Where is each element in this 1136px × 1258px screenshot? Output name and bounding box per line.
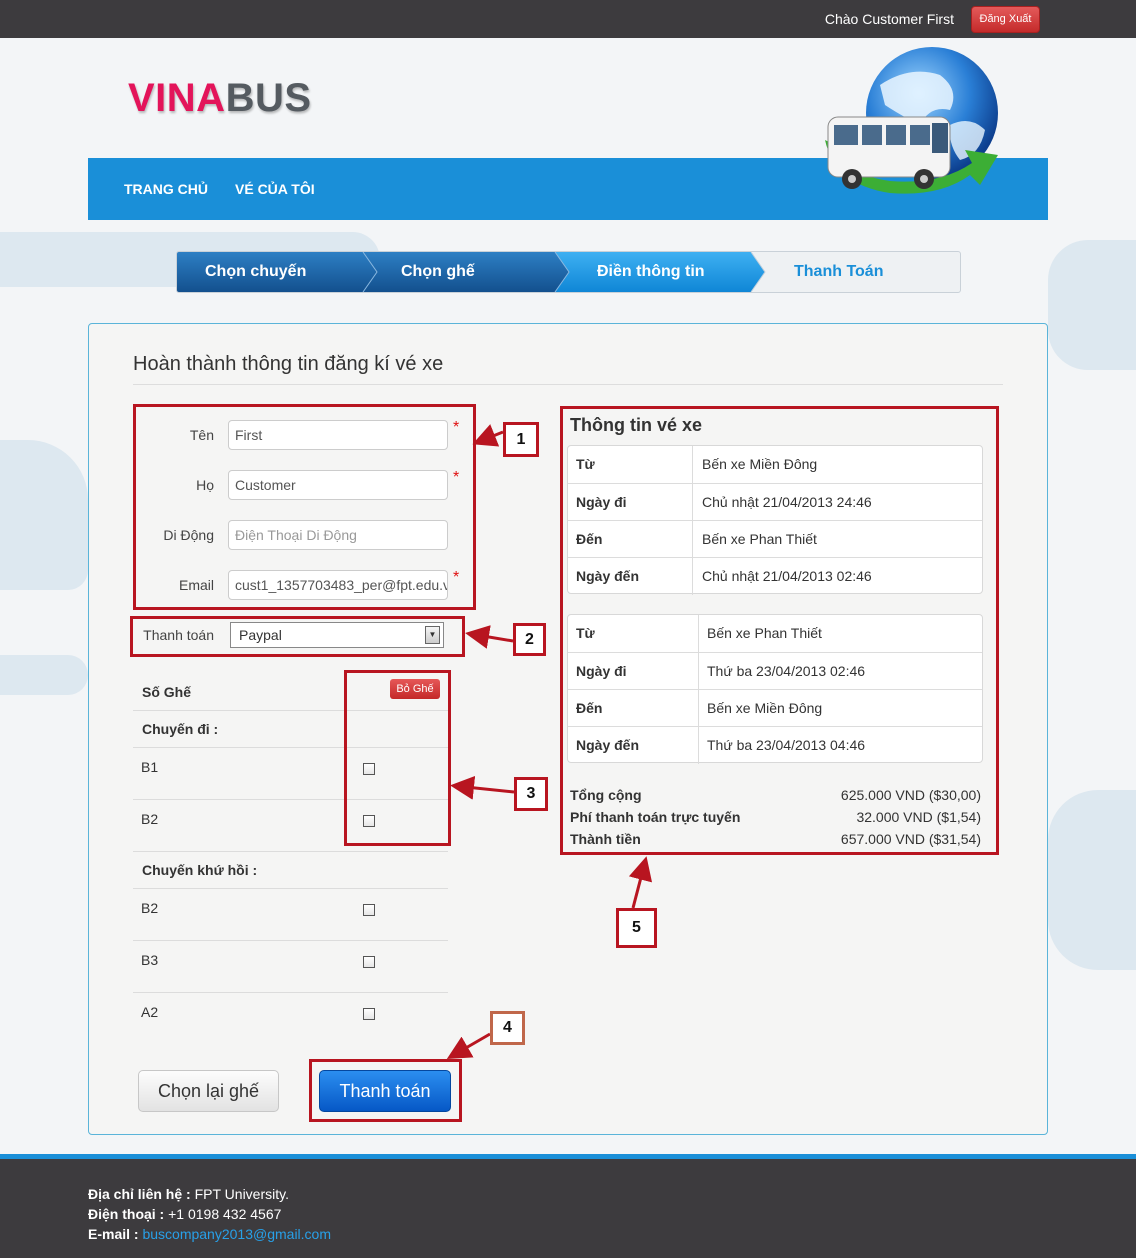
title-divider (133, 384, 1003, 385)
row-divider (133, 888, 448, 889)
seat-label: A2 (141, 1004, 159, 1020)
seat-label: B2 (141, 811, 159, 827)
step-choose-trip[interactable]: Chọn chuyến (205, 252, 306, 292)
footer-address-label: Địa chỉ liên hệ : (88, 1186, 191, 1202)
row-divider (133, 851, 448, 852)
brand-logo-part1: VINA (128, 76, 226, 120)
footer-email-label: E-mail : (88, 1226, 139, 1242)
background-decoration (0, 655, 88, 695)
footer-address-value: FPT University. (190, 1186, 289, 1202)
row-divider (133, 940, 448, 941)
step-fill-info: Điền thông tin (597, 263, 705, 280)
annotation-box-5 (560, 406, 999, 855)
nav-item-home[interactable]: TRANG CHỦ (124, 181, 208, 197)
return-trip-title: Chuyến khứ hồi : (142, 862, 258, 878)
seat-label: B1 (141, 759, 159, 775)
annotation-number-4: 4 (490, 1011, 525, 1045)
brand-logo[interactable]: VINABUS (128, 76, 312, 121)
footer-email-link[interactable]: buscompany2013@gmail.com (142, 1226, 331, 1242)
step-choose-seat[interactable]: Chọn ghế (401, 252, 475, 292)
annotation-number-2: 2 (513, 623, 546, 656)
page-title: Hoàn thành thông tin đăng kí vé xe (133, 353, 444, 375)
seat-header: Số Ghế (142, 684, 192, 700)
annotation-number-1: 1 (503, 422, 539, 457)
row-divider (133, 992, 448, 993)
nav-item-my-tickets[interactable]: VÉ CỦA TÔI (235, 181, 315, 197)
outbound-trip-title: Chuyến đi : (142, 721, 219, 737)
annotation-number-5: 5 (616, 908, 657, 948)
brand-logo-part2: BUS (225, 76, 312, 120)
annotation-box-3 (344, 670, 451, 846)
footer-address: Địa chỉ liên hệ : FPT University. (88, 1186, 289, 1202)
annotation-box-1 (133, 404, 476, 610)
checkout-steps: Chọn chuyến Chọn ghế Điền thông tin Than… (176, 251, 961, 293)
background-decoration (1048, 790, 1136, 970)
step-payment: Thanh Toán (794, 263, 884, 280)
seat-label: B3 (141, 952, 159, 968)
background-decoration (0, 440, 88, 590)
annotation-number-3: 3 (514, 777, 548, 811)
greeting-text: Chào Customer First (824, 11, 954, 27)
footer-email: E-mail : buscompany2013@gmail.com (88, 1226, 331, 1242)
footer-phone-label: Điện thoại : (88, 1206, 165, 1222)
background-decoration (1048, 240, 1136, 370)
seat-checkbox[interactable] (363, 904, 375, 916)
seat-checkbox[interactable] (363, 1008, 375, 1020)
annotation-box-4 (309, 1059, 462, 1122)
footer-phone-value: +1 0198 432 4567 (164, 1206, 282, 1222)
footer: Địa chỉ liên hệ : FPT University. Điện t… (0, 1154, 1136, 1258)
seat-checkbox[interactable] (363, 956, 375, 968)
logout-button[interactable]: Đăng Xuất (971, 6, 1040, 33)
annotation-box-2 (130, 616, 465, 657)
globe-bus-illustration (825, 47, 998, 194)
footer-phone: Điện thoại : +1 0198 432 4567 (88, 1206, 281, 1222)
reselect-seat-button[interactable]: Chọn lại ghế (138, 1070, 279, 1112)
top-bar: Chào Customer First Đăng Xuất (0, 0, 1136, 38)
seat-label: B2 (141, 900, 159, 916)
